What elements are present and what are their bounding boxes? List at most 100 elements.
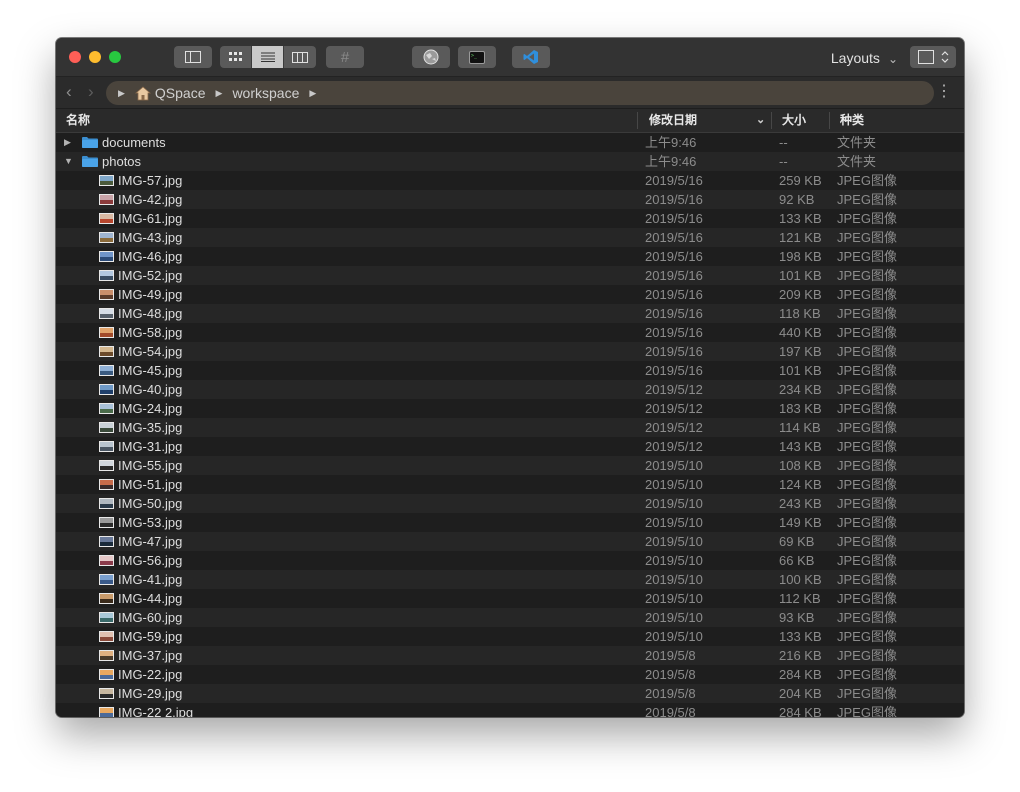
terminal-icon: >_ [469, 50, 485, 64]
file-row[interactable]: IMG-43.jpg 2019/5/16 121 KB JPEG图像 [56, 228, 964, 247]
column-divider[interactable] [637, 112, 638, 129]
sidebar-icon [185, 51, 201, 63]
image-thumbnail-icon [99, 403, 114, 414]
disclosure-expanded-icon[interactable]: ▼ [64, 152, 73, 171]
image-thumbnail-icon [99, 631, 114, 642]
row-date: 2019/5/16 [645, 173, 703, 188]
folder-row[interactable]: ▼ photos 上午9:46 -- 文件夹 [56, 152, 964, 171]
name-column-header[interactable]: 名称 [66, 109, 90, 132]
open-vscode-button[interactable] [512, 46, 550, 68]
file-row[interactable]: IMG-49.jpg 2019/5/16 209 KB JPEG图像 [56, 285, 964, 304]
row-name: IMG-31.jpg [118, 439, 183, 454]
file-row[interactable]: IMG-52.jpg 2019/5/16 101 KB JPEG图像 [56, 266, 964, 285]
sort-chevron-icon: ⌄ [756, 114, 766, 126]
file-row[interactable]: IMG-31.jpg 2019/5/12 143 KB JPEG图像 [56, 437, 964, 456]
row-size: 92 KB [779, 192, 815, 207]
file-row[interactable]: IMG-55.jpg 2019/5/10 108 KB JPEG图像 [56, 456, 964, 475]
row-name: IMG-22.jpg [118, 667, 183, 682]
image-thumbnail-icon [99, 422, 114, 433]
row-kind: 文件夹 [837, 154, 877, 169]
close-window-button[interactable] [69, 51, 81, 63]
image-thumbnail-icon [99, 327, 114, 338]
layout-stepper[interactable] [910, 46, 956, 68]
file-row[interactable]: IMG-58.jpg 2019/5/16 440 KB JPEG图像 [56, 323, 964, 342]
path-triangle-icon: ▶ [309, 87, 317, 98]
row-name: IMG-51.jpg [118, 477, 183, 492]
back-arrow-icon[interactable]: ‹ [66, 83, 72, 101]
file-row[interactable]: IMG-47.jpg 2019/5/10 69 KB JPEG图像 [56, 532, 964, 551]
row-kind: JPEG图像 [837, 192, 897, 207]
list-view-button[interactable] [252, 46, 284, 68]
file-row[interactable]: IMG-44.jpg 2019/5/10 112 KB JPEG图像 [56, 589, 964, 608]
home-folder-icon [134, 86, 151, 101]
minimize-window-button[interactable] [89, 51, 101, 63]
kind-column-header[interactable]: 种类 [840, 109, 864, 132]
row-kind: JPEG图像 [837, 306, 897, 321]
icon-view-button[interactable] [220, 46, 252, 68]
file-row[interactable]: IMG-53.jpg 2019/5/10 149 KB JPEG图像 [56, 513, 964, 532]
row-name: IMG-54.jpg [118, 344, 183, 359]
file-row[interactable]: IMG-24.jpg 2019/5/12 183 KB JPEG图像 [56, 399, 964, 418]
row-name: IMG-35.jpg [118, 420, 183, 435]
file-row[interactable]: IMG-56.jpg 2019/5/10 66 KB JPEG图像 [56, 551, 964, 570]
size-column-header[interactable]: 大小 [782, 109, 806, 132]
breadcrumb-qspace[interactable]: QSpace [155, 85, 206, 101]
row-date: 上午9:46 [645, 154, 697, 169]
file-row[interactable]: IMG-35.jpg 2019/5/12 114 KB JPEG图像 [56, 418, 964, 437]
date-column-header[interactable]: 修改日期 [649, 109, 697, 132]
file-row[interactable]: IMG-59.jpg 2019/5/10 133 KB JPEG图像 [56, 627, 964, 646]
file-row[interactable]: IMG-29.jpg 2019/5/8 204 KB JPEG图像 [56, 684, 964, 703]
row-name: IMG-48.jpg [118, 306, 183, 321]
breadcrumb-workspace[interactable]: workspace [232, 85, 299, 101]
toggle-sidebar-button[interactable] [174, 46, 212, 68]
row-size: 114 KB [779, 420, 821, 435]
tags-button[interactable]: # [326, 46, 364, 68]
file-row[interactable]: IMG-60.jpg 2019/5/10 93 KB JPEG图像 [56, 608, 964, 627]
row-kind: JPEG图像 [837, 648, 897, 663]
file-row[interactable]: IMG-50.jpg 2019/5/10 243 KB JPEG图像 [56, 494, 964, 513]
file-row[interactable]: IMG-45.jpg 2019/5/16 101 KB JPEG图像 [56, 361, 964, 380]
forward-arrow-icon[interactable]: › [88, 83, 94, 101]
image-thumbnail-icon [99, 517, 114, 528]
row-date: 2019/5/10 [645, 534, 703, 549]
toolbar: # >_ Layouts ⌄ [56, 38, 964, 77]
path-bar: ‹ › ▶ QSpace ▶ workspace ▶ ⋮ [56, 77, 964, 108]
file-row[interactable]: IMG-54.jpg 2019/5/16 197 KB JPEG图像 [56, 342, 964, 361]
column-divider[interactable] [771, 112, 772, 129]
layouts-label: Layouts [830, 50, 880, 66]
column-divider[interactable] [829, 112, 830, 129]
folder-icon [82, 156, 98, 167]
image-thumbnail-icon [99, 574, 114, 585]
file-row[interactable]: IMG-57.jpg 2019/5/16 259 KB JPEG图像 [56, 171, 964, 190]
disclosure-collapsed-icon[interactable]: ▶ [64, 133, 71, 152]
file-row[interactable]: IMG-41.jpg 2019/5/10 100 KB JPEG图像 [56, 570, 964, 589]
row-kind: JPEG图像 [837, 325, 897, 340]
row-size: 69 KB [779, 534, 815, 549]
row-name: IMG-59.jpg [118, 629, 183, 644]
file-row[interactable]: IMG-51.jpg 2019/5/10 124 KB JPEG图像 [56, 475, 964, 494]
row-size: 93 KB [779, 610, 815, 625]
open-browser-button[interactable] [412, 46, 450, 68]
column-view-button[interactable] [284, 46, 316, 68]
finder-window: # >_ Layouts ⌄ ‹ › ▶ QSpace ▶ workspace ▶… [56, 38, 964, 717]
folder-row[interactable]: ▶ documents 上午9:46 -- 文件夹 [56, 133, 964, 152]
file-row[interactable]: IMG-40.jpg 2019/5/12 234 KB JPEG图像 [56, 380, 964, 399]
file-row[interactable]: IMG-42.jpg 2019/5/16 92 KB JPEG图像 [56, 190, 964, 209]
file-row[interactable]: IMG-48.jpg 2019/5/16 118 KB JPEG图像 [56, 304, 964, 323]
row-date: 2019/5/10 [645, 610, 703, 625]
more-options-icon[interactable]: ⋮ [936, 83, 952, 101]
row-kind: 文件夹 [837, 135, 877, 150]
file-row[interactable]: IMG-22 2.jpg 2019/5/8 284 KB JPEG图像 [56, 703, 964, 717]
row-date: 2019/5/10 [645, 515, 703, 530]
layouts-menu[interactable]: Layouts ⌄ [831, 48, 898, 68]
image-thumbnail-icon [99, 612, 114, 623]
row-name: IMG-53.jpg [118, 515, 183, 530]
open-terminal-button[interactable]: >_ [458, 46, 496, 68]
file-row[interactable]: IMG-37.jpg 2019/5/8 216 KB JPEG图像 [56, 646, 964, 665]
file-row[interactable]: IMG-22.jpg 2019/5/8 284 KB JPEG图像 [56, 665, 964, 684]
row-kind: JPEG图像 [837, 458, 897, 473]
file-row[interactable]: IMG-46.jpg 2019/5/16 198 KB JPEG图像 [56, 247, 964, 266]
zoom-window-button[interactable] [109, 51, 121, 63]
path-field[interactable]: ▶ QSpace ▶ workspace ▶ [106, 81, 934, 105]
file-row[interactable]: IMG-61.jpg 2019/5/16 133 KB JPEG图像 [56, 209, 964, 228]
